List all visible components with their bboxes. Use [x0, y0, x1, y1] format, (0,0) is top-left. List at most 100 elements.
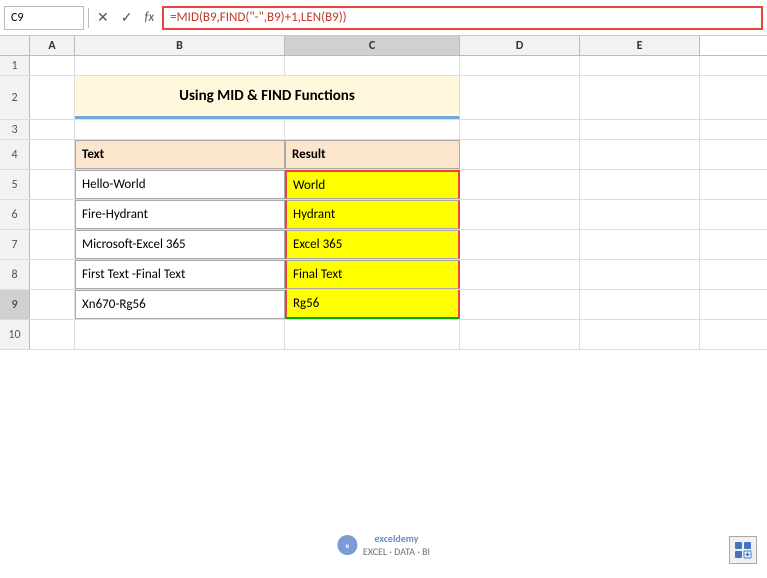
cell-e5[interactable] — [580, 170, 700, 199]
cell-c3[interactable] — [285, 120, 460, 139]
row-num-1[interactable]: 1 — [0, 56, 30, 75]
row-num-2[interactable]: 2 — [0, 76, 30, 119]
cell-a1[interactable] — [30, 56, 75, 75]
result-value-5: World — [293, 178, 325, 193]
cell-b8[interactable]: First Text -Final Text — [75, 260, 285, 289]
text-value-9: Xn670-Rg56 — [82, 297, 146, 312]
title-text: Using MID & FIND Functions — [179, 87, 355, 105]
formula-bar-container: C9 ✕ ✓ fx =MID(B9,FIND("-",B9)+1,LEN(B9)… — [0, 0, 767, 36]
result-value-9: Rg56 — [293, 296, 319, 311]
text-value-5: Hello-World — [82, 177, 146, 192]
cell-d10[interactable] — [460, 320, 580, 349]
cell-c7[interactable]: Excel 365 — [285, 230, 460, 259]
cell-e3[interactable] — [580, 120, 700, 139]
cancel-icon[interactable]: ✕ — [93, 7, 113, 28]
scroll-icon[interactable] — [729, 536, 757, 564]
row-num-6[interactable]: 6 — [0, 200, 30, 229]
cell-e7[interactable] — [580, 230, 700, 259]
cell-a10[interactable] — [30, 320, 75, 349]
row-8: 8 First Text -Final Text Final Text — [0, 260, 767, 290]
row-num-8[interactable]: 8 — [0, 260, 30, 289]
cell-e1[interactable] — [580, 56, 700, 75]
cell-e4[interactable] — [580, 140, 700, 169]
cell-b5[interactable]: Hello-World — [75, 170, 285, 199]
cell-a5[interactable] — [30, 170, 75, 199]
row-9: 9 Xn670-Rg56 Rg56 — [0, 290, 767, 320]
row-10: 10 — [0, 320, 767, 350]
text-value-6: Fire-Hydrant — [82, 207, 148, 222]
row-3: 3 — [0, 120, 767, 140]
svg-text:e: e — [345, 541, 349, 550]
cell-d5[interactable] — [460, 170, 580, 199]
col-header-b[interactable]: B — [75, 36, 285, 55]
text-header: Text — [82, 147, 104, 162]
result-header: Result — [292, 147, 326, 162]
cell-b4-header[interactable]: Text — [75, 140, 285, 169]
row-num-7[interactable]: 7 — [0, 230, 30, 259]
row-num-5[interactable]: 5 — [0, 170, 30, 199]
cell-c4-header[interactable]: Result — [285, 140, 460, 169]
separator — [88, 8, 89, 28]
cell-a7[interactable] — [30, 230, 75, 259]
row-num-4[interactable]: 4 — [0, 140, 30, 169]
cell-e9[interactable] — [580, 290, 700, 319]
cell-d3[interactable] — [460, 120, 580, 139]
cell-d1[interactable] — [460, 56, 580, 75]
cell-d9[interactable] — [460, 290, 580, 319]
row-num-3[interactable]: 3 — [0, 120, 30, 139]
cell-a8[interactable] — [30, 260, 75, 289]
cell-b7[interactable]: Microsoft-Excel 365 — [75, 230, 285, 259]
row-4-header: 4 Text Result — [0, 140, 767, 170]
cell-d6[interactable] — [460, 200, 580, 229]
cell-a2[interactable] — [30, 76, 75, 119]
result-value-6: Hydrant — [293, 207, 335, 222]
row-6: 6 Fire-Hydrant Hydrant — [0, 200, 767, 230]
cell-c9[interactable]: Rg56 — [285, 290, 460, 319]
confirm-icon[interactable]: ✓ — [117, 7, 137, 28]
text-value-7: Microsoft-Excel 365 — [82, 237, 186, 252]
result-value-7: Excel 365 — [293, 237, 342, 252]
cell-b9[interactable]: Xn670-Rg56 — [75, 290, 285, 319]
col-header-e[interactable]: E — [580, 36, 700, 55]
formula-input[interactable]: =MID(B9,FIND("-",B9)+1,LEN(B9)) — [162, 6, 763, 30]
col-header-c[interactable]: C — [285, 36, 460, 55]
cell-d8[interactable] — [460, 260, 580, 289]
cell-e6[interactable] — [580, 200, 700, 229]
cell-d4[interactable] — [460, 140, 580, 169]
cell-b3[interactable] — [75, 120, 285, 139]
cell-a6[interactable] — [30, 200, 75, 229]
cell-e10[interactable] — [580, 320, 700, 349]
cell-e8[interactable] — [580, 260, 700, 289]
row-num-9[interactable]: 9 — [0, 290, 30, 319]
row-2: 2 Using MID & FIND Functions — [0, 76, 767, 120]
column-headers: A B C D E — [0, 36, 767, 56]
cell-d7[interactable] — [460, 230, 580, 259]
cell-a9[interactable] — [30, 290, 75, 319]
row-num-10[interactable]: 10 — [0, 320, 30, 349]
fx-icon: fx — [140, 8, 158, 27]
watermark-brand: exceldemy — [374, 532, 418, 545]
row-1: 1 — [0, 56, 767, 76]
cell-c8[interactable]: Final Text — [285, 260, 460, 289]
cell-b1[interactable] — [75, 56, 285, 75]
cell-a3[interactable] — [30, 120, 75, 139]
cell-b6[interactable]: Fire-Hydrant — [75, 200, 285, 229]
row-7: 7 Microsoft-Excel 365 Excel 365 — [0, 230, 767, 260]
cell-a4[interactable] — [30, 140, 75, 169]
col-header-a[interactable]: A — [30, 36, 75, 55]
spreadsheet: A B C D E 1 2 Using MID & — [0, 36, 767, 578]
cell-e2[interactable] — [580, 76, 700, 119]
cell-c6[interactable]: Hydrant — [285, 200, 460, 229]
title-cell[interactable]: Using MID & FIND Functions — [75, 76, 460, 119]
watermark-logo: e — [337, 535, 357, 555]
cell-b10[interactable] — [75, 320, 285, 349]
cell-d2[interactable] — [460, 76, 580, 119]
cell-c10[interactable] — [285, 320, 460, 349]
cell-c5[interactable]: World — [285, 170, 460, 199]
corner-cell — [0, 36, 30, 55]
cell-c1[interactable] — [285, 56, 460, 75]
watermark: e exceldemy EXCEL · DATA · BI — [337, 532, 430, 558]
watermark-tagline: EXCEL · DATA · BI — [363, 545, 430, 558]
cell-name-box[interactable]: C9 — [4, 6, 84, 30]
col-header-d[interactable]: D — [460, 36, 580, 55]
